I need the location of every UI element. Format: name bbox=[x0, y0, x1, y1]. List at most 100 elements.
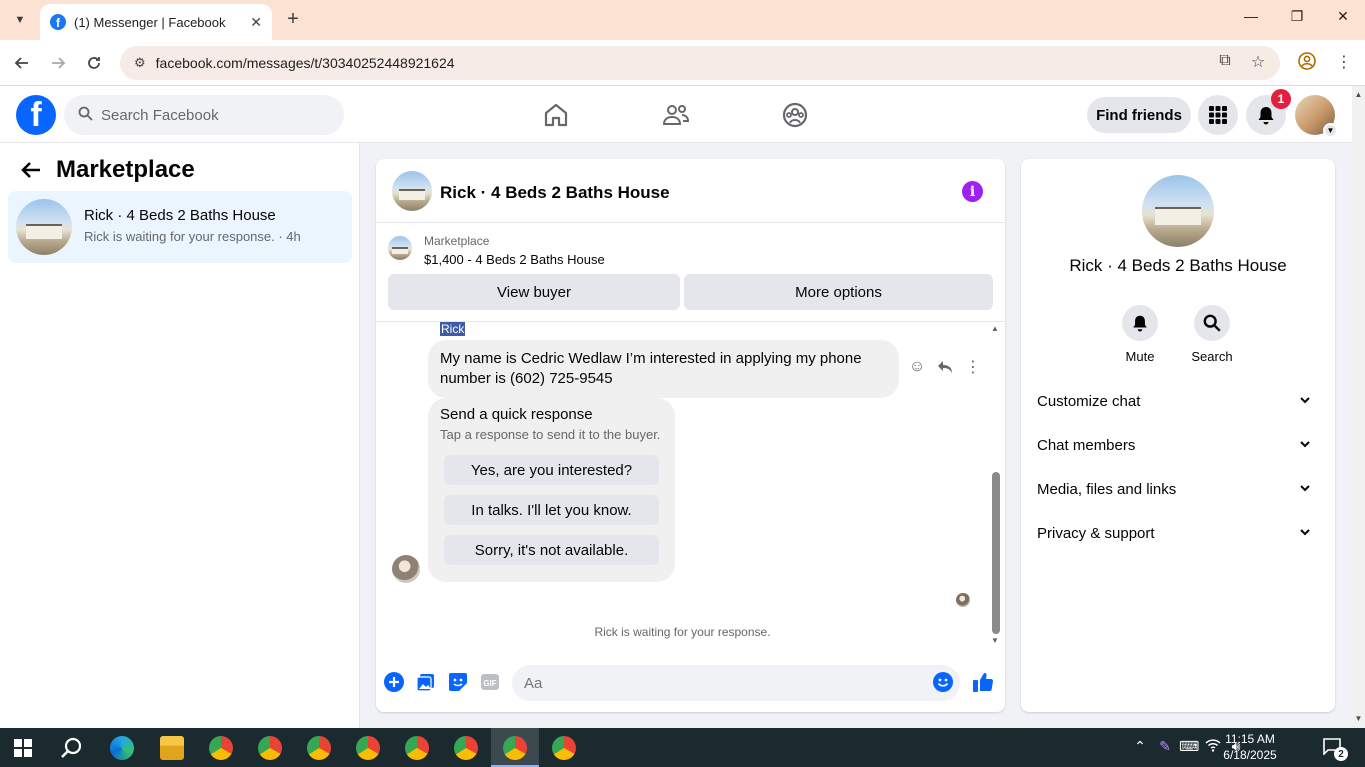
photo-icon[interactable] bbox=[415, 671, 437, 693]
facebook-logo-icon[interactable]: f bbox=[16, 95, 56, 135]
mute-label: Mute bbox=[1125, 349, 1155, 364]
site-info-icon[interactable]: ⚙ bbox=[134, 55, 146, 71]
chat-listing-thumbnail[interactable] bbox=[392, 171, 432, 211]
bookmark-star-icon[interactable]: ☆ bbox=[1247, 52, 1269, 72]
close-tab-icon[interactable]: ✕ bbox=[250, 14, 262, 31]
sender-avatar[interactable] bbox=[392, 555, 420, 583]
gif-icon[interactable]: GIF bbox=[479, 671, 501, 693]
chat-scrollbar[interactable]: ▲ ▼ bbox=[990, 322, 1000, 649]
notification-center-icon[interactable]: 2 bbox=[1322, 737, 1348, 761]
incoming-message[interactable]: My name is Cedric Wedlaw I’m interested … bbox=[428, 340, 899, 398]
scroll-up-icon[interactable]: ▲ bbox=[1352, 90, 1365, 99]
back-icon[interactable] bbox=[11, 52, 33, 74]
section-media-files-links[interactable]: Media, files and links bbox=[1029, 467, 1327, 511]
account-avatar[interactable]: ▼ bbox=[1295, 95, 1338, 138]
keyboard-icon[interactable]: ⌨ bbox=[1179, 738, 1199, 755]
home-icon[interactable] bbox=[541, 100, 571, 130]
notification-count-badge: 1 bbox=[1271, 89, 1291, 109]
section-customize-chat[interactable]: Customize chat bbox=[1029, 379, 1327, 423]
panel-title: Marketplace bbox=[56, 156, 195, 183]
search-icon bbox=[1194, 305, 1230, 341]
listing-small-thumbnail bbox=[388, 236, 412, 260]
quick-response-option[interactable]: Yes, are you interested? bbox=[444, 455, 659, 485]
menu-grid-icon[interactable] bbox=[1198, 95, 1238, 135]
chrome-icon[interactable] bbox=[209, 736, 233, 760]
quick-response-title: Send a quick response bbox=[440, 406, 593, 423]
chevron-down-icon bbox=[1299, 481, 1311, 498]
profile-name: Rick · 4 Beds 2 Baths House bbox=[1069, 256, 1287, 275]
back-arrow-icon[interactable] bbox=[20, 159, 42, 187]
windows-start-icon[interactable] bbox=[14, 739, 32, 757]
quick-response-card: Send a quick response Tap a response to … bbox=[428, 398, 675, 582]
page-scrollbar[interactable]: ▲ ▼ bbox=[1352, 86, 1365, 728]
file-explorer-icon[interactable] bbox=[160, 736, 184, 760]
browser-tab[interactable]: f (1) Messenger | Facebook ✕ bbox=[40, 4, 272, 40]
section-label: Customize chat bbox=[1037, 392, 1141, 410]
chrome-icon[interactable] bbox=[356, 736, 380, 760]
scroll-down-icon[interactable]: ▼ bbox=[990, 636, 1000, 645]
conversation-item[interactable]: Rick · 4 Beds 2 Baths House Rick is wait… bbox=[8, 191, 352, 263]
windows-taskbar: ⌃ ✎ ⌨ 🔊︎ 11:15 AM 6/18/2025 2 bbox=[0, 728, 1365, 767]
quick-response-option[interactable]: In talks. I'll let you know. bbox=[444, 495, 659, 525]
chrome-icon[interactable] bbox=[454, 736, 478, 760]
section-privacy-support[interactable]: Privacy & support bbox=[1029, 511, 1327, 555]
scroll-down-icon[interactable]: ▼ bbox=[1352, 714, 1365, 723]
reply-icon[interactable] bbox=[934, 356, 956, 378]
facebook-search-input[interactable]: Search Facebook bbox=[64, 95, 344, 135]
menu-icon[interactable]: ⋮ bbox=[1333, 52, 1355, 72]
minimize-icon[interactable]: — bbox=[1239, 8, 1263, 24]
find-friends-button[interactable]: Find friends bbox=[1087, 97, 1191, 133]
view-buyer-button[interactable]: View buyer bbox=[388, 274, 680, 310]
bell-icon bbox=[1122, 305, 1158, 341]
section-label: Media, files and links bbox=[1037, 480, 1177, 498]
marketplace-listing-row[interactable]: Marketplace $1,400 - 4 Beds 2 Baths Hous… bbox=[376, 224, 1005, 274]
tab-list-icon[interactable]: ▼ bbox=[8, 8, 32, 32]
sticker-icon[interactable] bbox=[447, 671, 469, 693]
chrome-icon[interactable] bbox=[258, 736, 282, 760]
message-input[interactable] bbox=[512, 665, 960, 701]
edge-browser-icon[interactable] bbox=[110, 736, 134, 760]
address-bar[interactable]: ⚙ facebook.com/messages/t/30340252448921… bbox=[120, 46, 1280, 80]
chrome-icon[interactable] bbox=[307, 736, 331, 760]
like-thumb-icon[interactable] bbox=[972, 671, 994, 693]
maximize-icon[interactable]: ❐ bbox=[1285, 8, 1309, 25]
new-tab-icon[interactable]: + bbox=[282, 8, 304, 30]
conversation-name: Rick · 4 Beds 2 Baths House bbox=[84, 207, 276, 224]
groups-icon[interactable] bbox=[780, 100, 810, 130]
scroll-up-icon[interactable]: ▲ bbox=[990, 324, 1000, 333]
mute-button[interactable]: Mute bbox=[1110, 305, 1170, 364]
plus-icon[interactable] bbox=[383, 671, 405, 693]
profile-listing-photo[interactable] bbox=[1142, 175, 1214, 247]
listing-price-title: $1,400 - 4 Beds 2 Baths House bbox=[424, 252, 605, 267]
chat-header: Rick · 4 Beds 2 Baths House i bbox=[376, 159, 1005, 223]
forward-icon[interactable] bbox=[47, 52, 69, 74]
chrome-icon[interactable] bbox=[503, 736, 527, 760]
react-emoji-icon[interactable]: ☺ bbox=[906, 356, 928, 378]
chrome-icon[interactable] bbox=[552, 736, 576, 760]
reload-icon[interactable] bbox=[83, 52, 105, 74]
friends-icon[interactable] bbox=[661, 100, 691, 130]
listing-thumbnail bbox=[16, 199, 72, 255]
section-chat-members[interactable]: Chat members bbox=[1029, 423, 1327, 467]
quick-response-option[interactable]: Sorry, it's not available. bbox=[444, 535, 659, 565]
scroll-thumb[interactable] bbox=[992, 472, 1000, 634]
install-icon[interactable]: ⧉ bbox=[1214, 52, 1236, 70]
chat-info-panel: Rick · 4 Beds 2 Baths House Mute Search … bbox=[1021, 159, 1335, 712]
chevron-down-icon bbox=[1299, 525, 1311, 542]
more-options-button[interactable]: More options bbox=[684, 274, 993, 310]
profile-icon[interactable] bbox=[1296, 52, 1318, 75]
close-window-icon[interactable]: ✕ bbox=[1331, 8, 1355, 25]
sender-name: Rick bbox=[440, 322, 466, 336]
facebook-favicon-icon: f bbox=[50, 14, 66, 30]
chrome-icon[interactable] bbox=[405, 736, 429, 760]
system-clock[interactable]: 11:15 AM 6/18/2025 bbox=[1222, 731, 1278, 763]
pen-icon[interactable]: ✎ bbox=[1155, 738, 1175, 755]
search-conversation-button[interactable]: Search bbox=[1182, 305, 1242, 364]
more-actions-icon[interactable]: ⋮ bbox=[962, 356, 984, 378]
info-icon[interactable]: i bbox=[962, 181, 983, 202]
chevron-up-icon[interactable]: ⌃ bbox=[1130, 738, 1150, 755]
search-icon[interactable] bbox=[60, 736, 84, 760]
wifi-icon[interactable] bbox=[1203, 738, 1223, 755]
emoji-icon[interactable] bbox=[932, 671, 954, 693]
chat-title[interactable]: Rick · 4 Beds 2 Baths House bbox=[440, 183, 670, 203]
